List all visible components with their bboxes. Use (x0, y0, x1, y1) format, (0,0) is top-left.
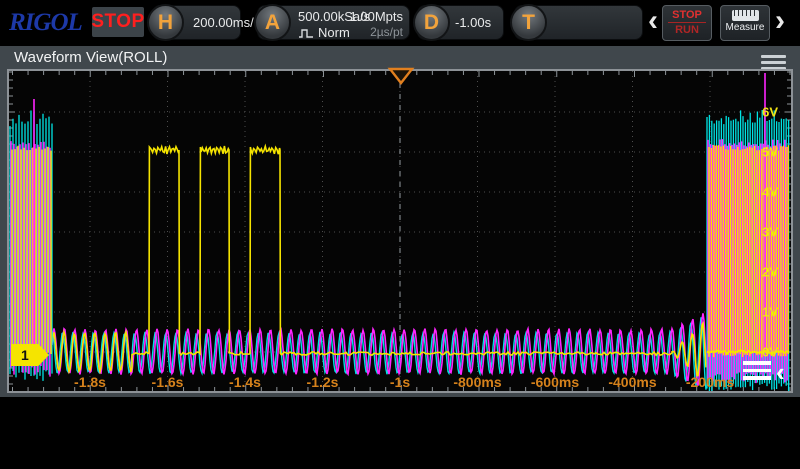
channel1-marker-label: 1 (21, 347, 29, 363)
run-state-badge: STOP (92, 7, 144, 37)
svg-text:-600ms: -600ms (531, 374, 579, 390)
oscilloscope-screen: RIGOL STOP 200.00ms/ H 500.00kSa/s Norm … (0, 0, 800, 469)
trigger-knob[interactable]: T (510, 4, 547, 41)
collapse-menu-icon[interactable]: ‹ (743, 361, 785, 384)
stop-run-button[interactable]: STOP RUN (662, 5, 712, 41)
trigger-position-marker[interactable] (387, 67, 415, 87)
svg-text:2V: 2V (762, 265, 778, 280)
delay-knob[interactable]: D (413, 4, 450, 41)
svg-text:-800ms: -800ms (453, 374, 501, 390)
horizontal-scale-value: 200.00ms/ (193, 15, 254, 30)
collapse-chevron-icon: ‹ (776, 363, 785, 381)
stop-label: STOP (663, 9, 711, 21)
delay-knob-label: D (424, 11, 439, 35)
pulse-icon (298, 28, 314, 38)
ruler-icon (732, 10, 759, 21)
acquire-knob-label: A (265, 11, 280, 35)
stop-run-divider (668, 22, 706, 23)
memory-depth-value: 1.00Mpts (350, 9, 403, 24)
svg-text:-1.2s: -1.2s (307, 374, 339, 390)
svg-text:5V: 5V (762, 145, 778, 160)
horizontal-knob-label: H (158, 11, 173, 35)
rigol-logo: RIGOL (9, 9, 82, 37)
top-bar: RIGOL STOP 200.00ms/ H 500.00kSa/s Norm … (0, 0, 800, 46)
run-label: RUN (663, 24, 711, 36)
svg-text:-200ms: -200ms (686, 374, 734, 390)
acquire-mode-value: Norm (318, 25, 350, 40)
svg-text:-1.6s: -1.6s (152, 374, 184, 390)
next-chevron-icon[interactable]: › (775, 10, 785, 32)
collapse-bars-icon (743, 361, 771, 384)
trigger-knob-label: T (522, 11, 535, 35)
bottom-bar: ⚙ R 1 1.00V/ -3.00V 2 1.00V/ -3.00V 3 1.… (0, 397, 800, 469)
svg-text:-1.8s: -1.8s (74, 374, 106, 390)
svg-text:-1.4s: -1.4s (229, 374, 261, 390)
view-title: Waveform View(ROLL) (14, 49, 167, 66)
svg-text:-400ms: -400ms (608, 374, 656, 390)
svg-text:4V: 4V (762, 185, 778, 200)
svg-text:-1s: -1s (390, 374, 410, 390)
horizontal-knob[interactable]: H (147, 4, 184, 41)
measure-button[interactable]: Measure (720, 5, 770, 41)
time-resolution-value: 2µs/pt (370, 25, 403, 39)
delay-value: -1.00s (455, 15, 491, 30)
waveform-canvas[interactable]: 6V5V4V3V2V1V0V-1.8s-1.6s-1.4s-1.2s-1s-80… (9, 71, 791, 391)
prev-chevron-icon[interactable]: ‹ (648, 10, 658, 32)
svg-text:3V: 3V (762, 225, 778, 240)
svg-text:6V: 6V (762, 105, 778, 120)
measure-label: Measure (721, 22, 769, 33)
svg-text:1V: 1V (762, 305, 778, 320)
acquire-knob[interactable]: A (254, 4, 291, 41)
